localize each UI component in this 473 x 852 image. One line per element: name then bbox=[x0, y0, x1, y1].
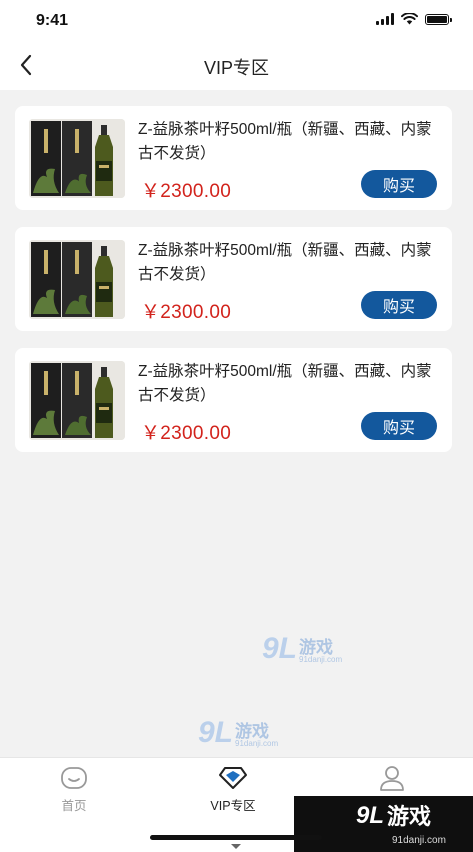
diamond-icon bbox=[217, 764, 249, 791]
status-time: 9:41 bbox=[36, 12, 69, 29]
product-image bbox=[29, 119, 125, 198]
product-list: Z-益脉茶叶籽500ml/瓶（新疆、西藏、内蒙古不发货） ￥2300.00 购买… bbox=[15, 106, 452, 469]
home-indicator bbox=[150, 835, 322, 840]
product-price: ￥2300.00 bbox=[141, 302, 232, 323]
battery-icon bbox=[425, 13, 452, 25]
product-image bbox=[29, 361, 125, 440]
tab-home[interactable]: 首页 bbox=[14, 764, 134, 814]
product-image bbox=[29, 240, 125, 319]
watermark-corner-banner: 9L 游戏 91danji.com bbox=[294, 796, 473, 852]
product-name: Z-益脉茶叶籽500ml/瓶（新疆、西藏、内蒙古不发货） bbox=[138, 242, 432, 283]
product-card[interactable]: Z-益脉茶叶籽500ml/瓶（新疆、西藏、内蒙古不发货） ￥2300.00 购买 bbox=[15, 106, 452, 210]
buy-button[interactable]: 购买 bbox=[361, 412, 437, 440]
buy-button[interactable]: 购买 bbox=[361, 170, 437, 198]
page-title: VIP专区 bbox=[203, 58, 269, 78]
tab-label: VIP专区 bbox=[210, 799, 256, 813]
product-price: ￥2300.00 bbox=[141, 423, 232, 444]
buy-button[interactable]: 购买 bbox=[361, 291, 437, 319]
cellular-signal-icon bbox=[376, 13, 394, 25]
status-icons bbox=[376, 13, 452, 25]
tab-vip[interactable]: VIP专区 bbox=[173, 764, 293, 814]
product-price: ￥2300.00 bbox=[141, 181, 232, 202]
product-name: Z-益脉茶叶籽500ml/瓶（新疆、西藏、内蒙古不发货） bbox=[138, 121, 432, 162]
profile-icon bbox=[376, 764, 408, 792]
chevron-down-icon bbox=[231, 844, 241, 849]
watermark-lower: 9L 游戏 91danji.com bbox=[198, 716, 279, 749]
product-card[interactable]: Z-益脉茶叶籽500ml/瓶（新疆、西藏、内蒙古不发货） ￥2300.00 购买 bbox=[15, 227, 452, 331]
watermark-center: 9L 游戏 91danji.com bbox=[262, 632, 343, 665]
nav-bar: VIP专区 bbox=[0, 40, 473, 90]
product-card[interactable]: Z-益脉茶叶籽500ml/瓶（新疆、西藏、内蒙古不发货） ￥2300.00 购买 bbox=[15, 348, 452, 452]
tab-label: 首页 bbox=[61, 799, 87, 813]
wifi-icon bbox=[401, 13, 418, 25]
status-bar: 9:41 bbox=[0, 0, 473, 40]
home-face-icon bbox=[58, 764, 90, 791]
product-name: Z-益脉茶叶籽500ml/瓶（新疆、西藏、内蒙古不发货） bbox=[138, 363, 432, 404]
